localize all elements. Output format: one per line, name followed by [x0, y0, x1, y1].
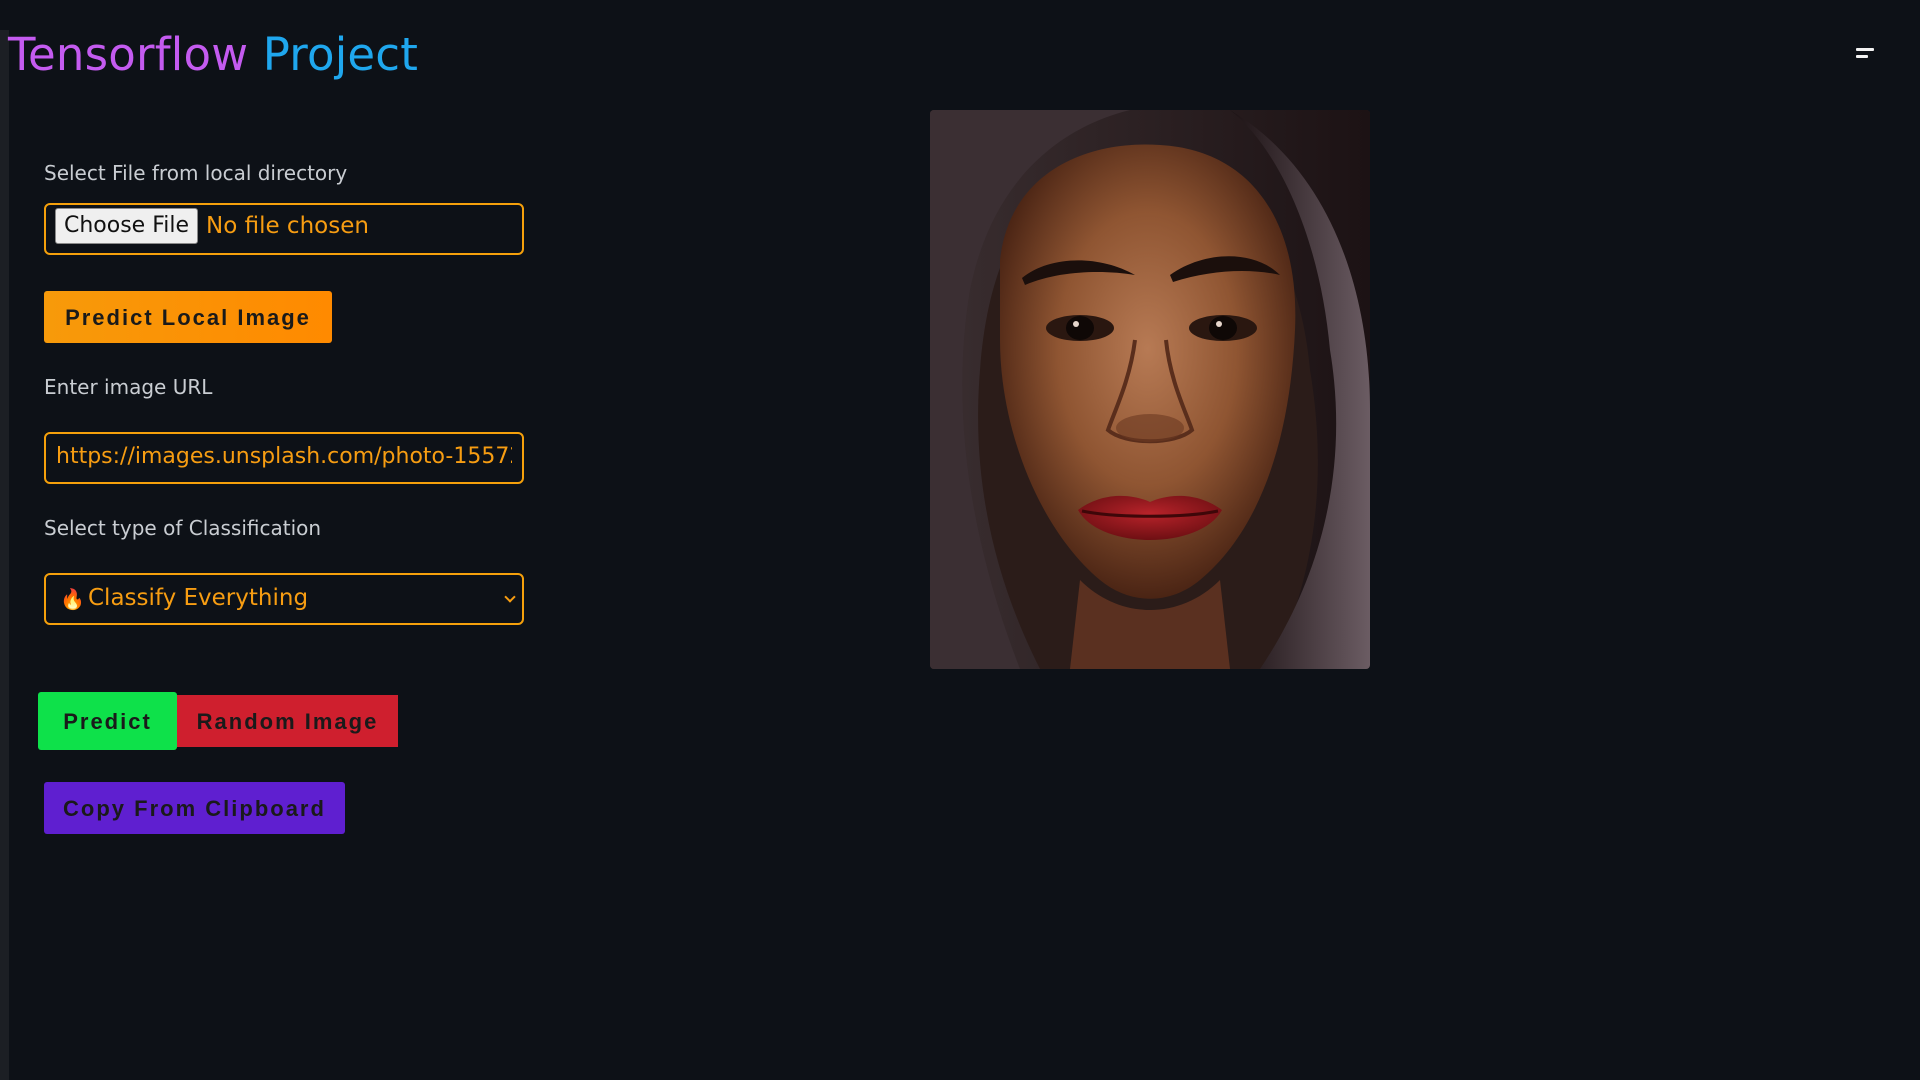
classification-select[interactable]: 🔥 Classify Everything	[44, 573, 524, 625]
predict-button[interactable]: Predict	[38, 692, 177, 750]
app-frame: Tensorflow Project Select File from loca…	[0, 0, 1920, 1080]
page-title: Tensorflow Project	[8, 26, 418, 84]
predict-local-image-button[interactable]: Predict Local Image	[44, 291, 332, 343]
left-edge-strip	[0, 30, 9, 1080]
title-tensorflow: Tensorflow	[8, 28, 249, 81]
url-label: Enter image URL	[44, 375, 213, 399]
file-label: Select File from local directory	[44, 161, 348, 185]
classification-label: Select type of Classification	[44, 516, 322, 540]
title-project: Project	[248, 28, 419, 81]
hamburger-menu-icon[interactable]	[1848, 40, 1882, 70]
chevron-down-icon	[504, 591, 516, 603]
copy-from-clipboard-button[interactable]: Copy From Clipboard	[44, 782, 345, 834]
preview-image	[930, 110, 1370, 669]
portrait-illustration	[930, 110, 1370, 669]
fire-icon: 🔥	[60, 587, 85, 611]
menu-line-top	[1856, 48, 1874, 51]
image-url-input[interactable]: https://images.unsplash.com/photo-15572	[44, 432, 524, 484]
file-input[interactable]: Choose File No file chosen	[44, 203, 524, 255]
random-image-button[interactable]: Random Image	[177, 695, 398, 747]
menu-line-bottom	[1856, 55, 1868, 58]
choose-file-button[interactable]: Choose File	[55, 208, 199, 244]
image-url-value: https://images.unsplash.com/photo-15572	[56, 444, 512, 469]
file-status-text: No file chosen	[206, 213, 369, 239]
classification-selected-value: Classify Everything	[88, 585, 309, 611]
